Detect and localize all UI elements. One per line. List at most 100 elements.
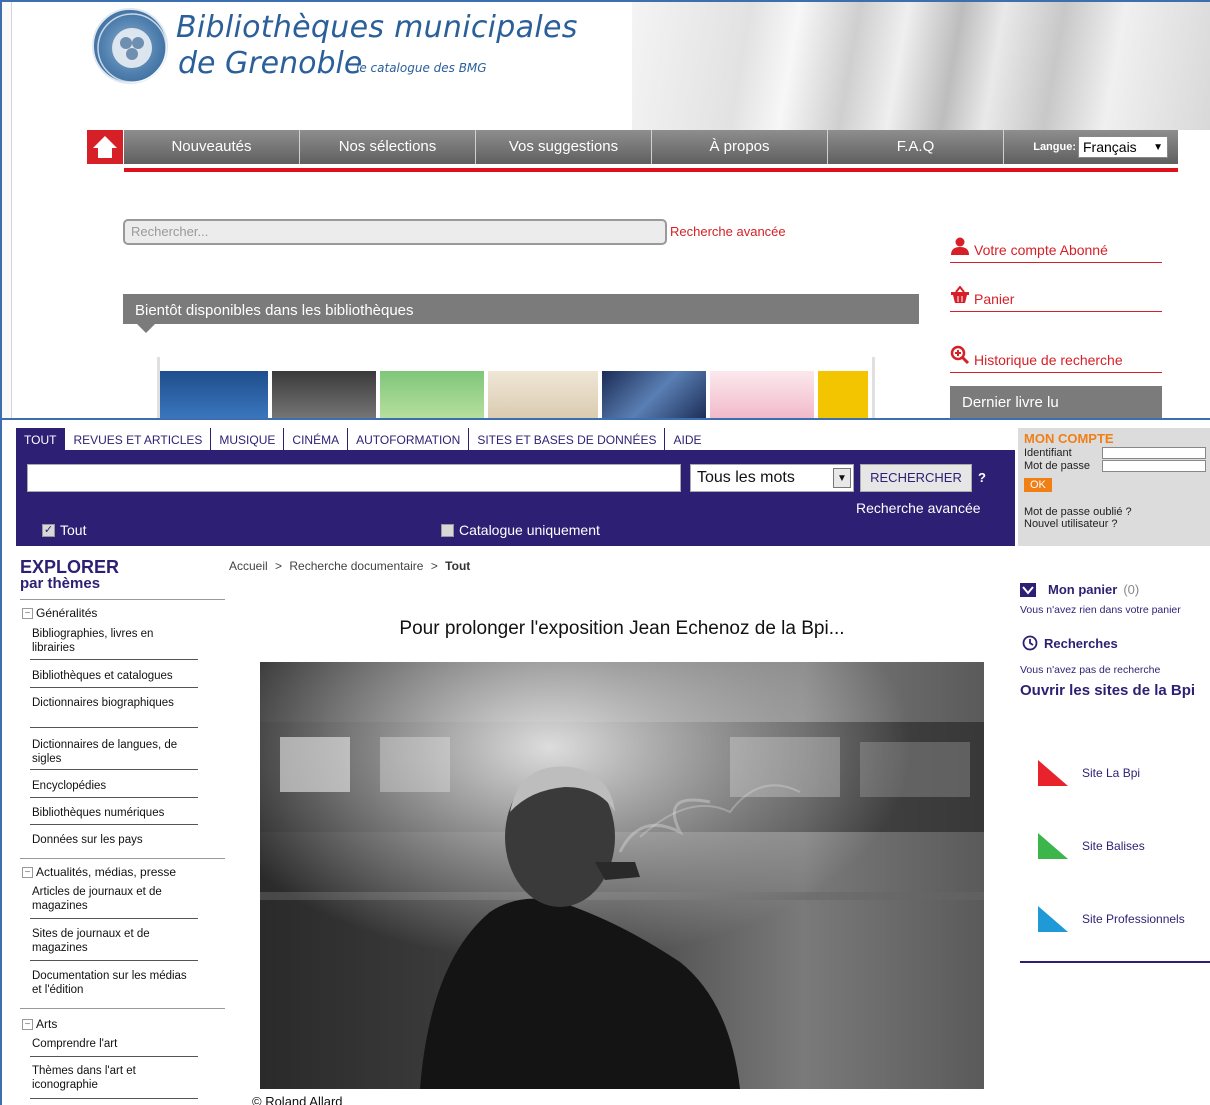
nav-nos-selections[interactable]: Nos sélections [300, 130, 476, 164]
divider [30, 1056, 198, 1057]
user-icon [950, 237, 970, 258]
search-mode-select[interactable]: Tous les mots ▼ [690, 464, 854, 492]
category-arts[interactable]: − Arts [22, 1017, 57, 1031]
list-item[interactable]: Comprendre l'art [32, 1037, 198, 1051]
site-la-bpi-link[interactable]: Site La Bpi [1038, 760, 1140, 786]
clock-icon [1022, 635, 1038, 651]
search-input[interactable]: Rechercher... [123, 219, 667, 245]
cart-icon [1020, 582, 1036, 597]
site-title-line1: Bibliothèques municipales [176, 10, 578, 45]
tab-revues-articles[interactable]: REVUES ET ARTICLES [65, 428, 212, 450]
portrait-photo-image [260, 662, 984, 1089]
nav-faq[interactable]: F.A.Q [828, 130, 1004, 164]
advanced-search-link[interactable]: Recherche avancée [856, 500, 981, 516]
divider [30, 727, 198, 728]
tab-tout[interactable]: TOUT [16, 428, 66, 450]
search-tabs: TOUT REVUES ET ARTICLES MUSIQUE CINÉMA A… [16, 428, 1034, 450]
account-link-label: Votre compte Abonné [974, 242, 1108, 258]
checkbox-tout-label: Tout [60, 522, 87, 538]
book-cover[interactable] [160, 371, 268, 418]
nav-vos-suggestions[interactable]: Vos suggestions [476, 130, 652, 164]
list-item[interactable]: Documentation sur les médias et l'éditio… [32, 969, 198, 997]
divider [30, 797, 198, 798]
help-icon[interactable]: ? [978, 470, 986, 485]
checkbox-checked-icon: ✓ [42, 523, 55, 537]
tab-sites-bases[interactable]: SITES ET BASES DE DONNÉES [469, 428, 666, 450]
collapse-icon[interactable]: − [22, 866, 33, 878]
cart-empty-text: Vous n'avez rien dans votre panier [1020, 604, 1181, 616]
open-sites-title: Ouvrir les sites de la Bpi [1020, 682, 1196, 699]
list-item[interactable]: Bibliographies, livres en librairies [32, 627, 198, 655]
book-cover[interactable] [488, 371, 598, 418]
cart-header[interactable]: Mon panier (0) [1020, 582, 1139, 597]
category-label: Arts [36, 1017, 58, 1031]
searches-title: Recherches [1044, 635, 1118, 651]
site-label: Site La Bpi [1082, 766, 1141, 780]
collapse-icon[interactable]: − [22, 1018, 33, 1030]
checkbox-tout[interactable]: ✓ Tout [42, 522, 86, 538]
history-link-label: Historique de recherche [974, 352, 1123, 368]
login-ok-button[interactable]: OK [1024, 478, 1052, 492]
cart-count: (0) [1123, 582, 1140, 597]
chevron-down-icon: ▼ [833, 468, 851, 488]
language-select[interactable]: Français ▼ [1078, 136, 1168, 158]
list-item[interactable]: Dictionnaires biographiques [32, 696, 198, 710]
breadcrumb-separator: > [430, 559, 438, 573]
tab-cinema[interactable]: CINÉMA [284, 428, 349, 450]
book-cover[interactable] [818, 371, 868, 418]
collapse-icon[interactable]: − [22, 607, 33, 619]
list-item[interactable]: Données sur les pays [32, 833, 198, 847]
divider [1020, 961, 1210, 963]
new-user-link[interactable]: Nouvel utilisateur ? [1024, 518, 1206, 530]
nav-a-propos[interactable]: À propos [652, 130, 828, 164]
nav-underline [124, 168, 1178, 172]
advanced-search-link[interactable]: Recherche avancée [670, 224, 786, 239]
tab-autoformation[interactable]: AUTOFORMATION [348, 428, 470, 450]
searches-header[interactable]: Recherches [1022, 635, 1118, 651]
list-item[interactable]: Bibliothèques numériques [32, 806, 198, 820]
category-generalites[interactable]: − Généralités [22, 606, 97, 620]
list-item[interactable]: Thèmes dans l'art et iconographie [32, 1064, 198, 1092]
login-id-field[interactable] [1102, 447, 1206, 459]
book-cover[interactable] [710, 371, 814, 418]
breadcrumb-home[interactable]: Accueil [229, 559, 268, 573]
site-label: Site Balises [1082, 839, 1145, 853]
divider [20, 1008, 225, 1009]
nav-nouveautes[interactable]: Nouveautés [124, 130, 300, 164]
site-balises-link[interactable]: Site Balises [1038, 833, 1145, 859]
login-pw-field[interactable] [1102, 460, 1206, 472]
tab-musique[interactable]: MUSIQUE [211, 428, 285, 450]
list-item[interactable]: Encyclopédies [32, 779, 198, 793]
divider [30, 769, 198, 770]
feature-photo[interactable] [260, 662, 984, 1089]
checkbox-unchecked-icon [441, 523, 454, 537]
list-item[interactable]: Dictionnaires de langues, de sigles [32, 738, 198, 766]
history-link[interactable]: Historique de recherche [950, 345, 1162, 373]
checkbox-catalogue[interactable]: Catalogue uniquement [441, 522, 600, 538]
list-item[interactable]: Sites de journaux et de magazines [32, 927, 198, 955]
book-cover[interactable] [602, 371, 706, 418]
site-professionnels-link[interactable]: Site Professionnels [1038, 906, 1185, 932]
site-subtitle: le catalogue des BMG [356, 61, 487, 75]
search-button[interactable]: RECHERCHER [860, 464, 972, 492]
tab-aide[interactable]: AIDE [665, 428, 1033, 450]
divider [20, 599, 225, 600]
cart-link[interactable]: Panier [950, 285, 1162, 312]
account-link[interactable]: Votre compte Abonné [950, 237, 1162, 263]
photo-credit: © Roland Allard [252, 1094, 343, 1105]
search-input[interactable] [27, 464, 681, 492]
explorer-subtitle: par thèmes [20, 575, 101, 592]
category-actualites[interactable]: − Actualités, médias, presse [22, 865, 176, 879]
chevron-down-icon: ▼ [1153, 141, 1163, 153]
breadcrumb-middle[interactable]: Recherche documentaire [289, 559, 423, 573]
home-button[interactable] [87, 130, 123, 164]
list-item[interactable]: Bibliothèques et catalogues [32, 669, 198, 683]
book-cover[interactable] [380, 371, 484, 418]
list-item[interactable]: Articles de journaux et de magazines [32, 885, 198, 913]
searches-empty-text: Vous n'avez pas de recherche [1020, 664, 1161, 676]
category-label: Actualités, médias, presse [36, 865, 177, 879]
ville-de-grenoble-seal-logo[interactable] [92, 8, 168, 84]
book-cover-carousel [157, 357, 875, 418]
forgot-password-link[interactable]: Mot de passe oublié ? [1024, 506, 1206, 518]
book-cover[interactable] [272, 371, 376, 418]
